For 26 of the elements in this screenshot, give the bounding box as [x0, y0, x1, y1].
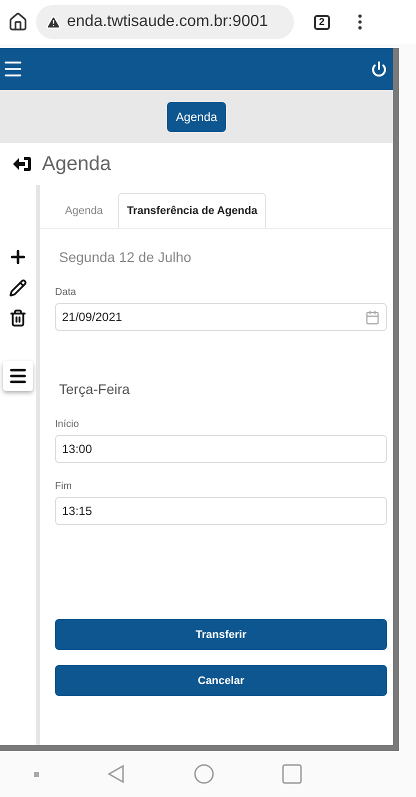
action-button[interactable]: Transferir — [55, 619, 387, 650]
agenda-button[interactable]: Agenda — [166, 102, 226, 132]
action-button[interactable]: Cancelar — [55, 665, 387, 696]
field-label: Data — [55, 287, 76, 298]
section-heading: Terça-Feira — [59, 381, 131, 397]
field-label: Início — [55, 419, 79, 430]
time-field[interactable]: 13:00 — [55, 435, 387, 463]
back-icon[interactable] — [107, 764, 126, 784]
url-field[interactable]: enda.twtisaude.com.br:9001 — [36, 5, 294, 39]
field-label: Fim — [55, 481, 72, 492]
section-heading: Segunda 12 de Julho — [59, 249, 192, 265]
plus-icon[interactable] — [8, 247, 28, 267]
menu-icon[interactable] — [8, 366, 28, 386]
page-title: Agenda — [42, 152, 111, 176]
time-field[interactable]: 13:15 — [55, 497, 387, 525]
list-toggle-button[interactable] — [3, 361, 33, 391]
trash-icon[interactable] — [9, 309, 27, 327]
recents-icon[interactable] — [282, 764, 302, 784]
pencil-icon[interactable] — [9, 279, 27, 297]
exit-icon[interactable] — [12, 156, 32, 172]
power-icon[interactable] — [371, 61, 387, 77]
tab-count[interactable]: 2 — [314, 14, 330, 30]
warning-icon — [46, 14, 61, 30]
home-icon[interactable] — [8, 12, 28, 32]
date-field[interactable]: 21/09/2021 — [55, 303, 387, 331]
tab[interactable]: Transferência de Agenda — [118, 193, 266, 228]
